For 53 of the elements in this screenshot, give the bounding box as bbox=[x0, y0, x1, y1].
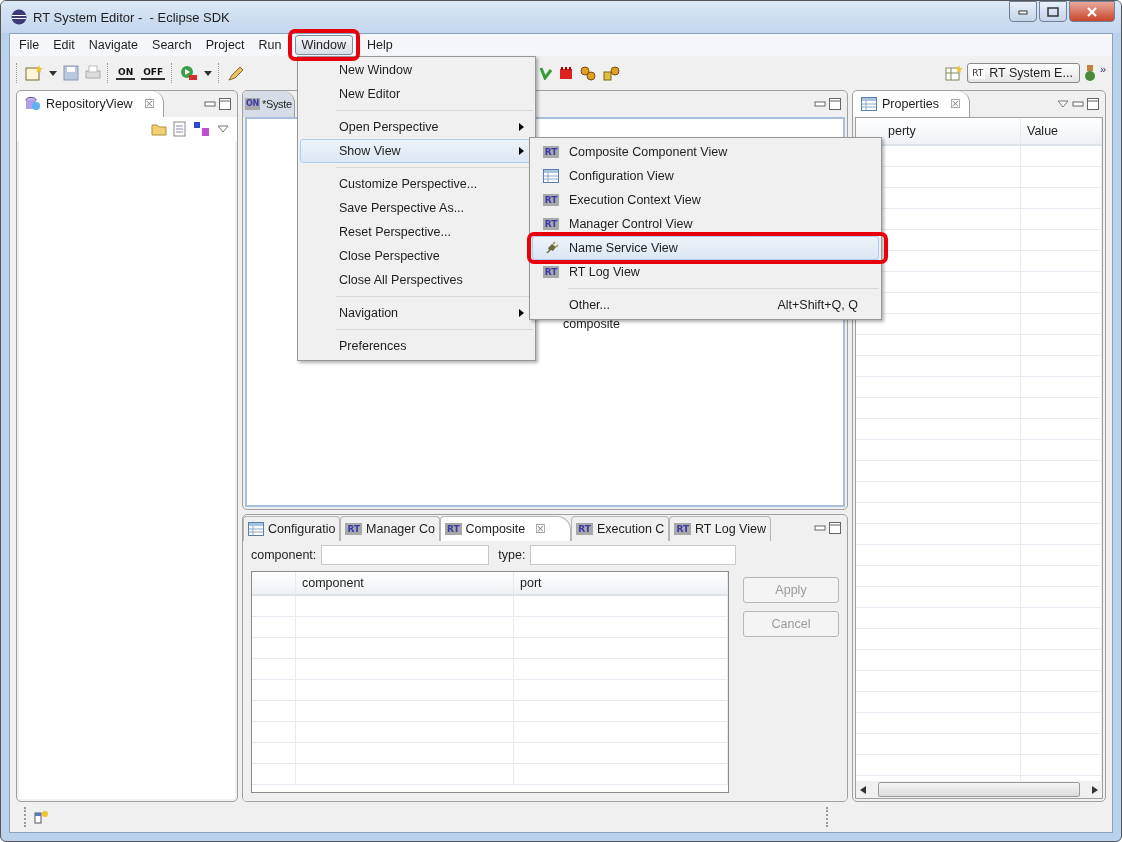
view-title[interactable]: RepositoryView bbox=[46, 97, 133, 111]
menu-item[interactable]: Configuration View bbox=[532, 164, 879, 188]
view-title[interactable]: Properties bbox=[882, 97, 939, 111]
menu-item[interactable]: RT RT Log View bbox=[532, 260, 879, 284]
menu-bar-item[interactable]: Run bbox=[251, 35, 289, 55]
shortcut-text: Alt+Shift+Q, Q bbox=[777, 298, 858, 312]
rt-badge-icon: RT bbox=[970, 67, 986, 79]
menu-item[interactable]: New Editor bbox=[300, 82, 533, 106]
menu-bar-item[interactable]: File bbox=[12, 35, 47, 55]
menu-item[interactable]: Navigation bbox=[300, 301, 533, 325]
view-tab[interactable]: RT RT Log View bbox=[669, 516, 771, 541]
rt-badge-icon: RT bbox=[576, 523, 593, 535]
editor-tab[interactable]: *Syste bbox=[261, 98, 292, 110]
editor-badge-icon: ON bbox=[245, 98, 260, 110]
close-tab-button[interactable]: ☒ bbox=[535, 522, 547, 536]
rt-badge-icon: RT bbox=[542, 146, 560, 158]
view-tab[interactable]: RT Manager Co bbox=[340, 516, 440, 541]
close-tab-button[interactable]: ☒ bbox=[950, 97, 961, 111]
menu-bar-item[interactable]: Search bbox=[145, 35, 199, 55]
menu-item[interactable]: Close All Perspectives bbox=[300, 268, 533, 292]
menu-item[interactable]: Customize Perspective... bbox=[300, 172, 533, 196]
menu-item[interactable]: Open Perspective bbox=[300, 115, 533, 139]
rt-badge-icon: RT bbox=[542, 218, 560, 230]
menu-item[interactable]: Name Service View bbox=[532, 236, 879, 260]
overflow-chevron[interactable]: » bbox=[1099, 63, 1106, 75]
menu-bar-item[interactable]: Window bbox=[294, 35, 353, 55]
close-tab-button[interactable]: ☒ bbox=[143, 97, 155, 111]
rt-badge-icon: RT bbox=[345, 523, 363, 535]
menu-item[interactable]: RT Manager Control View bbox=[532, 212, 879, 236]
window-title: RT System Editor - - Eclipse SDK bbox=[33, 9, 230, 25]
view-tab[interactable]: RT Composite ☒ bbox=[439, 516, 572, 541]
menu-item[interactable]: Preferences bbox=[300, 334, 533, 358]
rt-badge-icon: RT bbox=[674, 523, 692, 535]
menu-item[interactable]: Other... Alt+Shift+Q, Q bbox=[532, 293, 879, 317]
rt-badge-icon: RT bbox=[542, 266, 560, 278]
menu-item[interactable]: New Window bbox=[300, 58, 533, 82]
column-header[interactable]: Value bbox=[1021, 118, 1102, 144]
menu-bar-item[interactable]: Navigate bbox=[81, 35, 146, 55]
column-header[interactable]: port bbox=[514, 572, 728, 594]
view-tab[interactable]: RT Execution C bbox=[571, 516, 670, 541]
field-label: component: bbox=[251, 548, 317, 562]
diagram-label: composite bbox=[563, 317, 620, 331]
menu-bar-item[interactable]: Edit bbox=[46, 35, 82, 55]
rt-badge-icon: RT bbox=[542, 194, 560, 206]
view-tab[interactable]: Configuratio bbox=[243, 516, 341, 541]
field-label: type: bbox=[498, 548, 526, 562]
menu-bar-item[interactable]: Project bbox=[198, 35, 252, 55]
menu-item[interactable]: Save Perspective As... bbox=[300, 196, 533, 220]
column-header[interactable]: component bbox=[296, 572, 514, 594]
menu-bar-item[interactable]: Help bbox=[359, 35, 400, 55]
rt-badge-icon: RT bbox=[444, 523, 462, 535]
menu-item[interactable]: RT Execution Context View bbox=[532, 188, 879, 212]
perspective-button[interactable]: RT RT System E... bbox=[967, 63, 1080, 83]
